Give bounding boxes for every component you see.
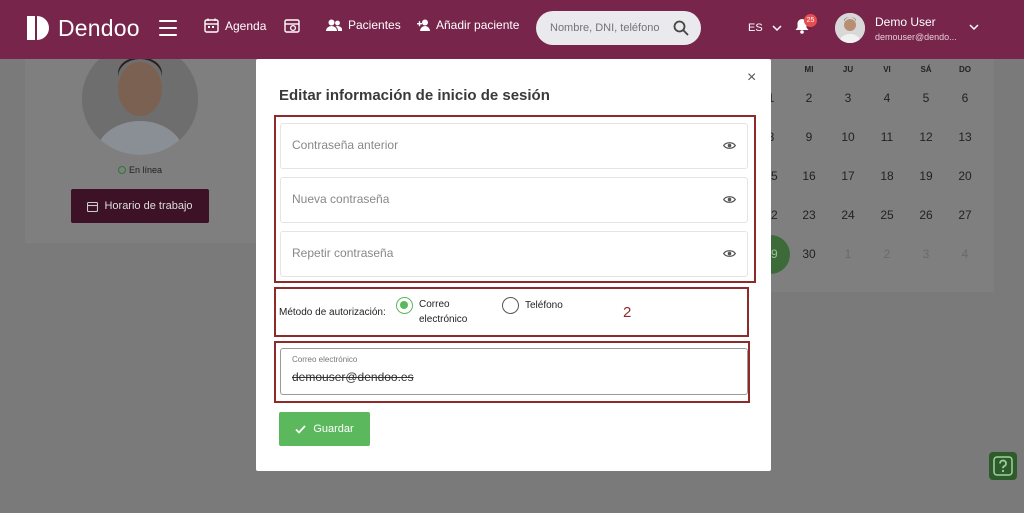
brand-name: Dendoo	[58, 14, 140, 41]
online-status: En línea	[118, 165, 162, 175]
help-button[interactable]	[989, 452, 1017, 480]
calendar-day-next-month[interactable]: 1	[833, 247, 863, 261]
nav-pacientes-label: Pacientes	[348, 18, 401, 32]
language-selector[interactable]: ES	[748, 22, 783, 34]
brand-logo[interactable]: Dendoo	[24, 14, 140, 42]
calendar-day[interactable]: 19	[911, 169, 941, 183]
calendar-day[interactable]: 13	[950, 130, 980, 144]
auth-radio-email-label[interactable]: Correo electrónico	[419, 297, 489, 327]
logo-mark-icon	[27, 16, 49, 40]
old-password-input[interactable]	[292, 138, 672, 152]
profile-photo	[82, 43, 198, 155]
calendar-day[interactable]: 10	[833, 130, 863, 144]
chevron-down-icon	[772, 25, 782, 32]
annotation-number-2: 2	[623, 304, 632, 321]
user-photo	[835, 13, 865, 43]
close-icon[interactable]: ×	[747, 70, 756, 86]
nav-agenda[interactable]: Agenda	[204, 18, 266, 33]
hamburger-icon[interactable]	[159, 20, 177, 36]
calendar-day[interactable]: 11	[872, 130, 902, 144]
users-icon	[326, 19, 342, 31]
auth-radio-phone-label[interactable]: Teléfono	[525, 298, 563, 313]
user-avatar[interactable]	[835, 13, 865, 43]
nav-add-patient-label: Añadir paciente	[436, 18, 520, 32]
language-label: ES	[748, 22, 763, 34]
calendar-day[interactable]: 20	[950, 169, 980, 183]
check-icon	[295, 424, 306, 434]
save-button-label: Guardar	[313, 423, 354, 435]
calendar-day[interactable]: 27	[950, 208, 980, 222]
eye-icon[interactable]	[723, 195, 736, 204]
calendar-icon	[204, 18, 219, 33]
calendar-day[interactable]: 18	[872, 169, 902, 183]
add-user-icon	[417, 19, 430, 31]
calendar-weekday: DO	[959, 65, 971, 74]
calendar-day-next-month[interactable]: 2	[872, 247, 902, 261]
new-password-input[interactable]	[292, 192, 672, 206]
calendar-day[interactable]: 24	[833, 208, 863, 222]
calendar-weekday: JU	[842, 65, 854, 74]
work-schedule-label: Horario de trabajo	[104, 200, 193, 212]
calendar-icon	[87, 201, 99, 212]
auth-radio-email[interactable]	[396, 297, 413, 314]
search-box	[536, 11, 701, 45]
top-navigation-bar: Dendoo Agenda Pacientes Añadir paciente …	[0, 0, 1024, 59]
email-field-caption: Correo electrónico	[292, 355, 358, 364]
eye-icon[interactable]	[723, 249, 736, 258]
work-schedule-button[interactable]: Horario de trabajo	[71, 189, 209, 223]
user-name[interactable]: Demo User	[875, 15, 936, 29]
email-field: Correo electrónico	[280, 348, 748, 395]
nav-agenda-search[interactable]	[284, 18, 307, 34]
modal-title: Editar información de inicio de sesión	[279, 87, 550, 104]
calendar-day[interactable]: 17	[833, 169, 863, 183]
save-button[interactable]: Guardar	[279, 412, 370, 446]
calendar-weekday: SÁ	[920, 65, 932, 74]
agenda-alt-icon	[284, 19, 300, 33]
online-dot-icon	[118, 166, 126, 174]
old-password-field	[280, 123, 748, 169]
calendar-weekday: VI	[883, 65, 891, 74]
email-input[interactable]	[292, 370, 592, 384]
notification-badge: 25	[804, 14, 817, 27]
auth-method-label: Método de autorización:	[279, 307, 386, 318]
calendar-day[interactable]: 26	[911, 208, 941, 222]
auth-radio-phone[interactable]	[502, 297, 519, 314]
nav-add-patient[interactable]: Añadir paciente	[417, 18, 519, 32]
calendar-day[interactable]: 5	[911, 91, 941, 105]
calendar-day[interactable]: 9	[794, 130, 824, 144]
nav-agenda-label: Agenda	[225, 18, 267, 33]
search-icon[interactable]	[673, 20, 689, 36]
online-status-label: En línea	[129, 165, 163, 175]
calendar-day[interactable]: 4	[872, 91, 902, 105]
calendar-day[interactable]: 2	[794, 91, 824, 105]
calendar-day[interactable]: 23	[794, 208, 824, 222]
calendar-day[interactable]: 30	[794, 247, 824, 261]
calendar-day[interactable]: 16	[794, 169, 824, 183]
calendar-day-next-month[interactable]: 3	[911, 247, 941, 261]
help-icon	[993, 456, 1013, 476]
repeat-password-input[interactable]	[292, 246, 672, 260]
chevron-down-icon[interactable]	[968, 23, 980, 31]
new-password-field	[280, 177, 748, 223]
repeat-password-field	[280, 231, 748, 277]
search-input[interactable]	[550, 22, 670, 34]
calendar-day-next-month[interactable]: 4	[950, 247, 980, 261]
calendar-day[interactable]: 12	[911, 130, 941, 144]
calendar-day[interactable]: 6	[950, 91, 980, 105]
calendar-day[interactable]: 3	[833, 91, 863, 105]
nav-pacientes[interactable]: Pacientes	[326, 18, 401, 32]
user-email: demouser@dendo...	[875, 32, 957, 42]
eye-icon[interactable]	[723, 141, 736, 150]
calendar-weekday: MI	[804, 65, 814, 74]
calendar-day[interactable]: 25	[872, 208, 902, 222]
